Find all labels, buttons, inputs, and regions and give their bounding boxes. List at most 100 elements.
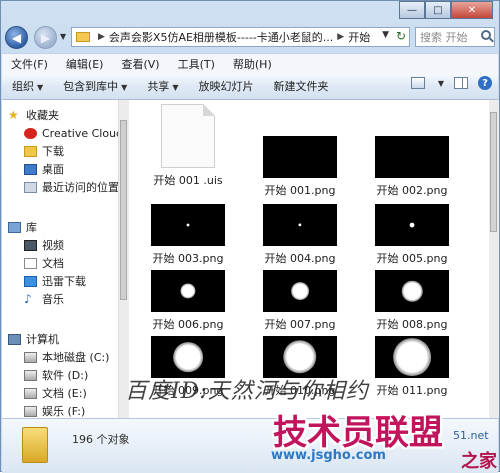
file-item[interactable]: 开始 005.png [357, 204, 467, 266]
image-thumbnail [375, 336, 449, 378]
nav-libraries-label: 库 [26, 221, 37, 234]
chevron-right-icon[interactable]: ▶ [337, 32, 344, 42]
image-thumbnail [263, 204, 337, 246]
star-icon: ★ [8, 107, 19, 122]
chevron-down-icon[interactable]: ▼ [438, 79, 444, 88]
recent-pages-dropdown[interactable]: ▼ [60, 32, 66, 41]
nav-item-thunder[interactable]: 迅雷下载 [24, 272, 86, 290]
file-item[interactable]: 开始 006.png [133, 270, 243, 332]
nav-item-label: 音乐 [42, 293, 64, 306]
minimize-button[interactable]: — [399, 1, 425, 19]
file-name: 开始 003.png [152, 252, 224, 265]
file-item[interactable]: 开始 002.png [357, 136, 467, 198]
image-thumbnail [263, 136, 337, 178]
music-icon: ♪ [24, 291, 32, 306]
content-scrollbar[interactable] [489, 100, 499, 418]
menu-file[interactable]: 文件(F) [2, 56, 57, 72]
scrollbar-thumb[interactable] [490, 112, 497, 232]
nav-item-label: 下载 [42, 145, 64, 158]
glow-dot [401, 280, 423, 302]
back-button[interactable]: ◀ [5, 26, 28, 49]
drive-icon [24, 369, 37, 381]
command-bar: 组织 ▼ 包含到库中 ▼ 共享 ▼ 放映幻灯片 新建文件夹 ▼ ? [2, 73, 498, 100]
file-item[interactable]: 开始 004.png [245, 204, 355, 266]
menu-view[interactable]: 查看(V) [112, 56, 168, 72]
organize-button[interactable]: 组织 ▼ [2, 78, 53, 94]
nav-item-recent[interactable]: 最近访问的位置 [24, 178, 119, 196]
image-thumbnail [263, 336, 337, 378]
file-name: 开始 011.png [376, 384, 448, 397]
nav-item-drive-c[interactable]: 本地磁盘 (C:) [24, 348, 109, 366]
file-name: 开始 007.png [264, 318, 336, 331]
drive-icon [24, 405, 37, 417]
file-item[interactable]: 开始 001 .uis [133, 104, 243, 188]
nav-item-label: 视频 [42, 239, 64, 252]
maximize-button[interactable]: □ [425, 1, 451, 19]
navigation-scrollbar[interactable] [118, 100, 129, 418]
glow-dot [186, 223, 190, 227]
image-thumbnail [375, 270, 449, 312]
nav-computer[interactable]: 计算机 [8, 330, 59, 348]
image-thumbnail [151, 204, 225, 246]
preview-pane-icon[interactable] [454, 77, 468, 89]
navigation-pane: ★ 收藏夹 Creative Cloud 下载 桌面 最近访问的位置 库 视频 [2, 100, 129, 418]
file-item[interactable]: 开始 011.png [357, 336, 467, 398]
nav-item-label: Creative Cloud [42, 126, 124, 140]
glow-dot [283, 340, 317, 374]
help-icon[interactable]: ? [478, 76, 492, 90]
document-file-icon [161, 104, 215, 168]
nav-item-drive-f[interactable]: 娱乐 (F:) [24, 402, 85, 418]
change-view-icon[interactable] [410, 77, 425, 89]
file-name: 开始 006.png [152, 318, 224, 331]
drive-icon [24, 351, 37, 363]
nav-favorites[interactable]: ★ 收藏夹 [8, 106, 59, 124]
nav-libraries[interactable]: 库 [8, 218, 37, 236]
documents-icon [24, 257, 37, 269]
nav-item-drive-d[interactable]: 软件 (D:) [24, 366, 88, 384]
nav-item-videos[interactable]: 视频 [24, 236, 64, 254]
menu-edit[interactable]: 编辑(E) [57, 56, 113, 72]
chevron-right-icon[interactable]: ▶ [98, 32, 105, 42]
file-item[interactable]: 开始 003.png [133, 204, 243, 266]
slideshow-button[interactable]: 放映幻灯片 [188, 78, 263, 94]
file-item[interactable]: 开始 001.png [245, 136, 355, 198]
file-list: 开始 001 .uis 开始 001.png 开始 002.png 开始 003.pn… [129, 100, 489, 418]
nav-item-label: 迅雷下载 [42, 275, 86, 288]
nav-item-music[interactable]: ♪ 音乐 [24, 290, 64, 308]
file-item[interactable]: 开始 008.png [357, 270, 467, 332]
share-button[interactable]: 共享 ▼ [137, 78, 188, 94]
nav-item-creative-cloud[interactable]: Creative Cloud [24, 124, 123, 142]
new-folder-button[interactable]: 新建文件夹 [263, 78, 338, 94]
search-input[interactable]: 搜索 开始 [415, 27, 495, 47]
glow-dot [291, 282, 309, 300]
nav-item-documents[interactable]: 文档 [24, 254, 64, 272]
include-in-library-button[interactable]: 包含到库中 ▼ [53, 78, 137, 94]
address-bar[interactable]: ▶ 会声会影X5仿AE相册模板-----卡通小老鼠的... ▶ 开始 ▼ ↻ [71, 27, 410, 47]
recent-places-icon [24, 181, 37, 193]
chevron-down-icon: ▼ [172, 83, 179, 92]
menu-tools[interactable]: 工具(T) [169, 56, 224, 72]
nav-item-downloads[interactable]: 下载 [24, 142, 64, 160]
glow-dot [180, 283, 196, 299]
share-label: 共享 [147, 80, 170, 93]
nav-item-label: 文档 [42, 257, 64, 270]
watermark-tail: 51.net [453, 429, 489, 442]
toolbar-right: ▼ ? [410, 76, 492, 90]
close-button[interactable]: ✕ [451, 1, 493, 19]
nav-item-drive-e[interactable]: 文档 (E:) [24, 384, 87, 402]
nav-favorites-label: 收藏夹 [26, 109, 59, 122]
menu-help[interactable]: 帮助(H) [224, 56, 281, 72]
forward-arrow-icon: ▶ [40, 30, 51, 45]
nav-item-label: 桌面 [42, 163, 64, 176]
breadcrumb-current[interactable]: 开始 [348, 29, 370, 45]
file-name: 开始 001 .uis [153, 174, 223, 187]
breadcrumb-parent[interactable]: 会声会影X5仿AE相册模板-----卡通小老鼠的... [109, 29, 333, 45]
file-item[interactable]: 开始 007.png [245, 270, 355, 332]
nav-item-label: 娱乐 (F:) [42, 405, 86, 418]
refresh-icon[interactable]: ↻ [396, 29, 406, 43]
image-thumbnail [375, 136, 449, 178]
scrollbar-thumb[interactable] [120, 120, 127, 300]
address-dropdown-icon[interactable]: ▼ [382, 30, 389, 40]
forward-button[interactable]: ▶ [34, 26, 57, 49]
nav-item-desktop[interactable]: 桌面 [24, 160, 64, 178]
